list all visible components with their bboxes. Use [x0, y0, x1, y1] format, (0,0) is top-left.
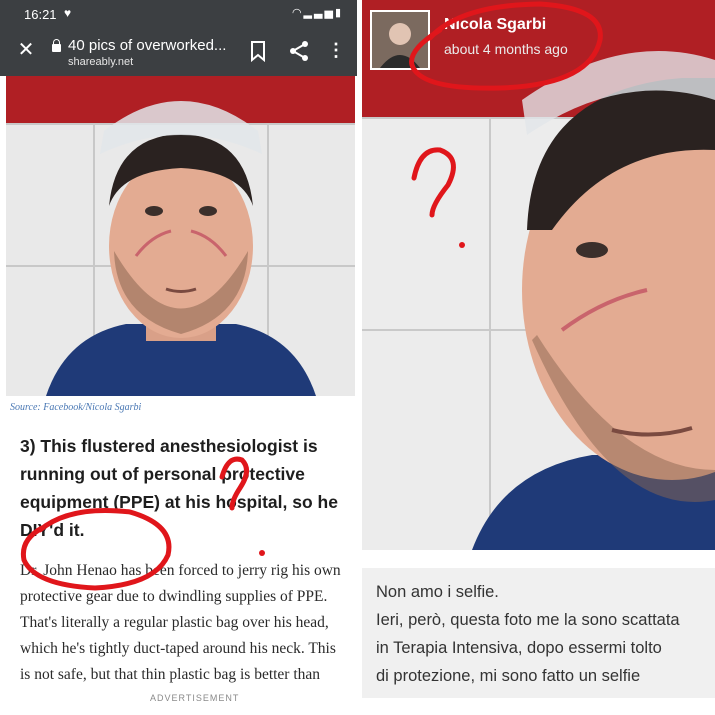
- image-source-credit[interactable]: Source: Facebook/Nicola Sgarbi: [10, 402, 141, 413]
- page-domain[interactable]: shareably.net: [68, 56, 133, 68]
- browser-toolbar: ✕ 40 pics of overworked... shareably.net…: [0, 28, 357, 76]
- caption-line: Ieri, però, questa foto me la sono scatt…: [376, 611, 680, 629]
- more-icon[interactable]: ⋮: [326, 40, 346, 62]
- doctor-photo: [6, 76, 355, 396]
- article-heading: 3) This flustered anesthesiologist is ru…: [20, 436, 338, 540]
- share-icon[interactable]: [288, 40, 310, 62]
- heart-icon: ♥: [64, 6, 72, 20]
- status-icons: ◠▂▃▅▮: [292, 6, 343, 19]
- post-author[interactable]: Nicola Sgarbi: [444, 16, 546, 34]
- advertisement-label: ADVERTISEMENT: [146, 693, 244, 703]
- status-time: 16:21: [24, 7, 57, 22]
- wifi-icon: ◠: [291, 7, 304, 19]
- post-caption: Non amo i selfie. Ieri, però, questa fot…: [362, 568, 715, 698]
- post-timestamp[interactable]: about 4 months ago: [444, 41, 568, 57]
- avatar[interactable]: [370, 10, 430, 70]
- left-screenshot: 16:21 ♥ ◠▂▃▅▮ ✕ 40 pics of overworked...…: [0, 0, 357, 715]
- article-body: Dr. John Henao has been forced to jerry …: [20, 562, 341, 683]
- caption-line: in Terapia Intensiva, dopo essermi tolto: [376, 639, 662, 657]
- bookmark-icon[interactable]: [248, 40, 268, 62]
- doctor-closeup-photo: Nicola Sgarbi about 4 months ago: [362, 0, 715, 550]
- caption-line: Non amo i selfie.: [376, 583, 499, 601]
- status-bar: 16:21 ♥ ◠▂▃▅▮: [0, 0, 357, 28]
- page-title[interactable]: 40 pics of overworked...: [68, 37, 226, 54]
- lock-icon: [52, 39, 61, 52]
- close-icon[interactable]: ✕: [14, 38, 38, 62]
- caption-line: di protezione, mi sono fatto un selfie: [376, 667, 641, 685]
- right-screenshot: Nicola Sgarbi about 4 months ago Non amo…: [362, 0, 715, 715]
- battery-icon: ▮: [334, 7, 343, 19]
- signal-icon: ▂▃▅: [303, 7, 335, 19]
